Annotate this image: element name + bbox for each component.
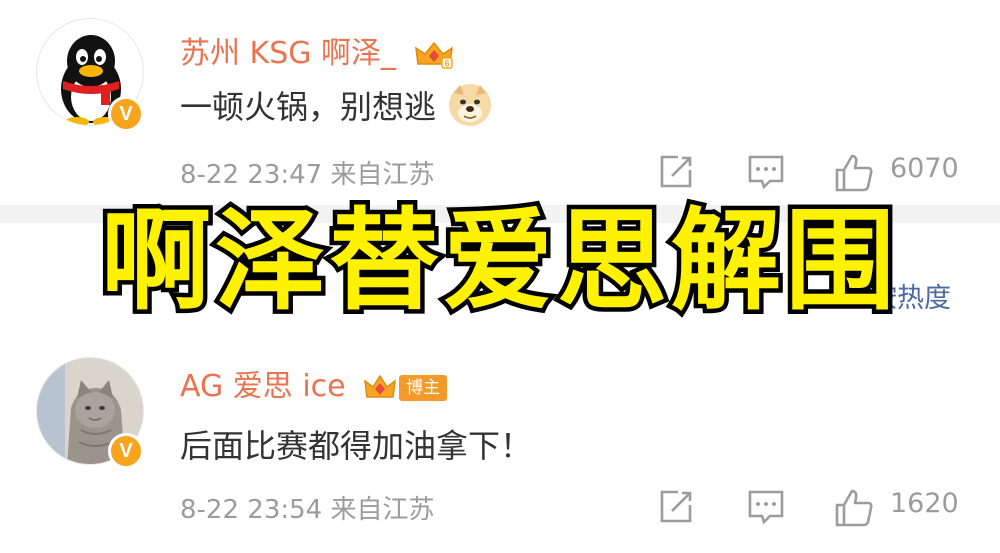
comment-item: V 苏州 KSG 啊泽_ 6 一顿火锅，别想逃 8-22 23:47 来自江苏	[0, 0, 1000, 205]
comment-source: 来自江苏	[330, 160, 435, 190]
comment-text-content: 一顿火锅，别想逃	[180, 88, 437, 126]
share-icon[interactable]	[656, 487, 696, 527]
comment-text: 一顿火锅，别想逃	[180, 82, 492, 131]
share-icon[interactable]	[656, 152, 696, 192]
username[interactable]: AG 爱思 ice 博主	[180, 361, 448, 405]
username[interactable]: 苏州 KSG 啊泽_ 6	[180, 28, 454, 72]
comment-time: 8-22 23:47	[180, 160, 323, 190]
like-count: 1620	[890, 488, 959, 519]
comment-reply-icon[interactable]	[746, 487, 786, 527]
svg-text:6: 6	[444, 58, 449, 68]
comment-meta: 8-22 23:54 来自江苏	[180, 489, 434, 526]
vip-crown-icon	[364, 374, 397, 398]
like-count: 6070	[890, 153, 959, 184]
comment-source: 来自江苏	[330, 495, 435, 525]
vip-crown-icon: 6	[414, 41, 453, 69]
username-text: 苏州 KSG 啊泽_	[180, 36, 397, 71]
username-text: AG 爱思 ice	[180, 369, 346, 404]
comment-item: V AG 爱思 ice 博主 后面比赛都得加油拿下！ 8-22 23:54 来自…	[0, 345, 1000, 553]
like-thumb-icon[interactable]	[833, 487, 875, 529]
verified-badge: V	[108, 96, 144, 132]
verified-badge: V	[108, 433, 144, 469]
like-thumb-icon[interactable]	[833, 152, 875, 194]
overlay-caption: 啊泽替爱思解围	[0, 193, 1000, 330]
overlay-caption-text: 啊泽替爱思解围	[97, 193, 900, 330]
comment-reply-icon[interactable]	[746, 152, 786, 192]
blogger-tag: 博主	[399, 374, 448, 401]
comment-meta: 8-22 23:47 来自江苏	[180, 154, 434, 191]
doge-emoji-icon	[449, 84, 492, 126]
comment-text: 后面比赛都得加油拿下！	[180, 427, 533, 465]
comment-time: 8-22 23:54	[180, 495, 323, 525]
